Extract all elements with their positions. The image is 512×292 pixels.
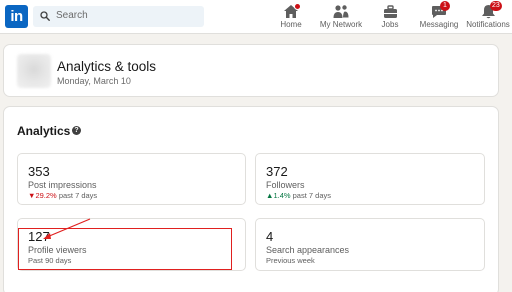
nav-messaging[interactable]: 1 Messaging [418,1,460,32]
stat-change: ▼29.2% past 7 days [28,191,97,200]
nav-notifications[interactable]: 23 Notifications [466,1,510,32]
stat-value: 353 [28,164,50,179]
jobs-icon [383,5,397,18]
help-icon[interactable]: ? [72,126,81,135]
home-notification-dot [294,3,301,10]
nav-my-network-label: My Network [319,20,363,29]
nav-messaging-label: Messaging [419,20,459,29]
stat-post-impressions[interactable]: 353 Post impressions ▼29.2% past 7 days [17,153,246,205]
nav-home[interactable]: Home [272,2,310,32]
page-title: Analytics & tools [57,59,157,74]
stat-change-value: 29.2% [35,191,57,200]
stat-followers[interactable]: 372 Followers ▲1.4% past 7 days [255,153,485,205]
stat-search-appearances[interactable]: 4 Search appearances Previous week [255,218,485,271]
nav-notifications-label: Notifications [466,20,510,29]
stat-label: Post impressions [28,180,97,190]
analytics-tools-header-card: Analytics & tools Monday, March 10 [3,44,499,97]
stat-value: 4 [266,229,274,244]
network-icon [333,5,349,18]
search-input[interactable]: Search [33,6,204,27]
stat-period: Previous week [266,256,315,265]
top-nav: in Search Home My Network Jobs 1 Messagi… [0,0,512,34]
stat-change-value: 1.4% [273,191,291,200]
search-placeholder: Search [56,10,88,21]
page-date: Monday, March 10 [57,76,131,86]
stat-label: Followers [266,180,305,190]
nav-jobs[interactable]: Jobs [376,2,404,32]
notifications-badge: 23 [490,1,502,11]
stat-value: 372 [266,164,288,179]
analytics-title: Analytics [17,124,71,138]
nav-my-network[interactable]: My Network [318,2,364,32]
stat-change: ▲1.4% past 7 days [266,191,331,200]
nav-home-label: Home [280,20,302,29]
annotation-highlight-box [18,228,232,270]
stat-label: Search appearances [266,245,350,255]
nav-jobs-label: Jobs [381,20,399,29]
stat-period: past 7 days [58,191,98,200]
search-icon [40,11,50,21]
linkedin-logo[interactable]: in [5,5,28,28]
avatar[interactable] [17,54,51,88]
messaging-badge: 1 [440,1,450,11]
stat-period: past 7 days [292,191,331,200]
